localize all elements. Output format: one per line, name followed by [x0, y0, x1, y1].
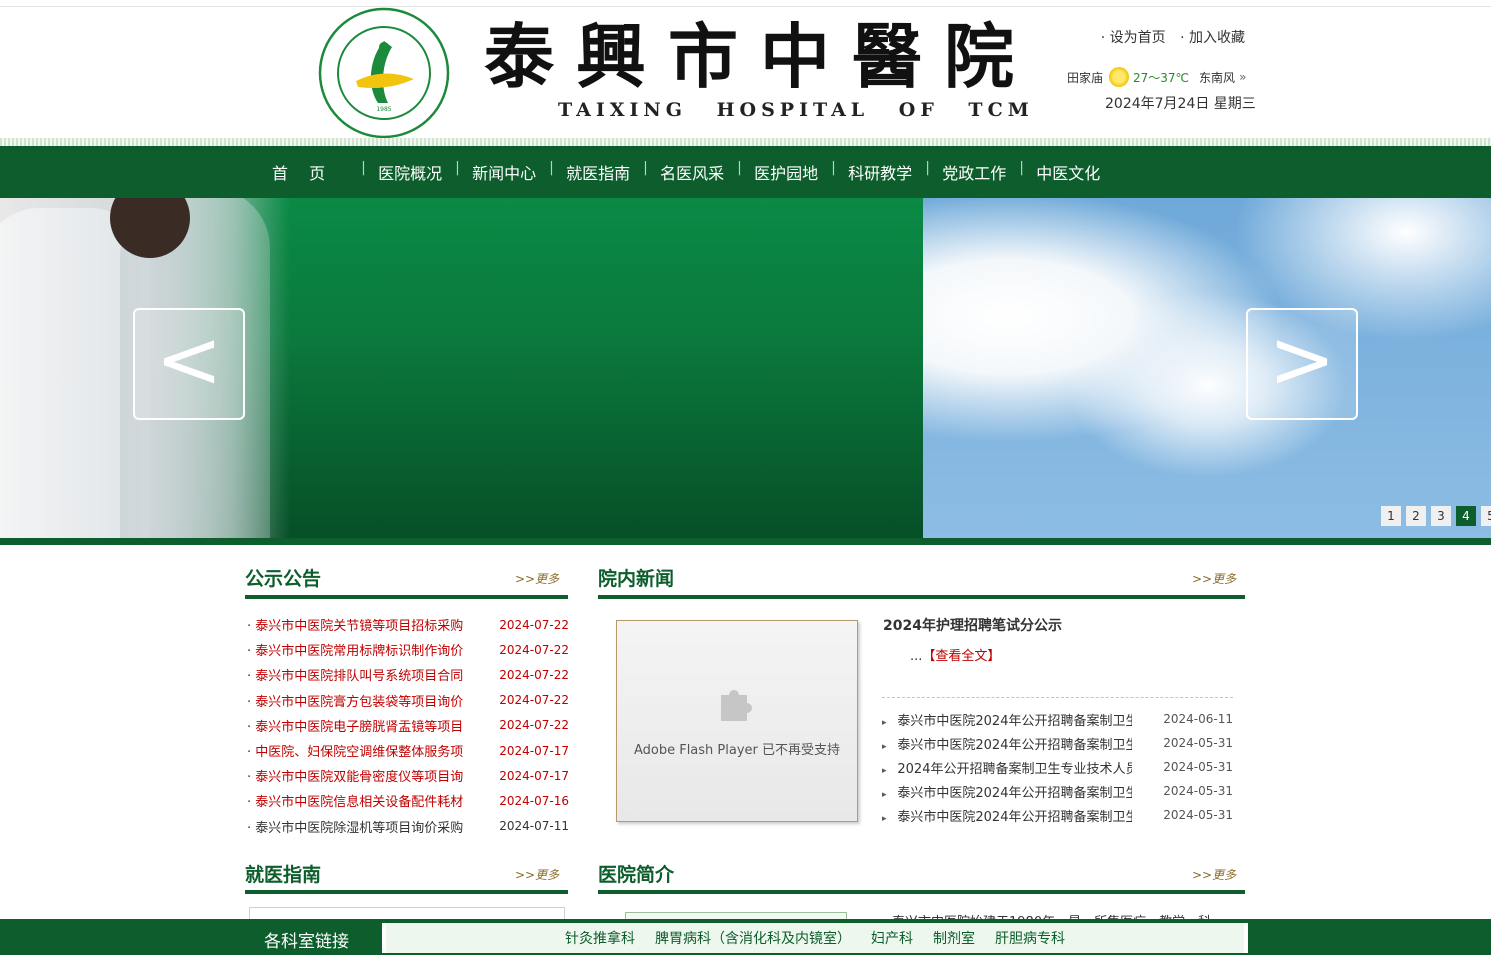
nav-item-guide[interactable]: 就医指南	[549, 160, 645, 184]
news-divider	[882, 697, 1233, 698]
chevron-right-icon: >	[1268, 313, 1336, 406]
weather-wind: 东南风	[1199, 70, 1236, 85]
list-item[interactable]: 泰兴市中医院双能骨密度仪等项目询2024-07-17	[247, 763, 569, 788]
list-item[interactable]: 泰兴市中医院2024年公开招聘备案制卫生专业技术人员2024-06-11	[882, 707, 1233, 731]
nav-item-about[interactable]: 医院概况	[361, 160, 457, 184]
carousel-page-3[interactable]: 3	[1431, 506, 1451, 526]
list-item[interactable]: 泰兴市中医院关节镜等项目招标采购2024-07-22	[247, 612, 569, 637]
department-link[interactable]: 针灸推拿科	[565, 928, 635, 948]
list-item[interactable]: 泰兴市中医院常用标牌标识制作询价2024-07-22	[247, 637, 569, 662]
hospital-logo[interactable]: 1985	[318, 7, 450, 139]
list-item[interactable]: 泰兴市中医院排队叫号系统项目合同2024-07-22	[247, 662, 569, 687]
plugin-puzzle-icon	[721, 690, 752, 721]
list-item[interactable]: 泰兴市中医院2024年公开招聘备案制卫生专业技术人员2024-05-31	[882, 779, 1233, 803]
nav-item-party[interactable]: 党政工作	[925, 160, 1021, 184]
department-links-bar: 各科室链接 针灸推拿科 脾胃病科（含消化科及内镜室） 妇产科 制剂室 肝胆病专科	[0, 919, 1491, 955]
department-link[interactable]: 肝胆病专科	[995, 928, 1065, 948]
weather-widget: 田家庙 27～37℃ 东南风 »	[1067, 67, 1246, 87]
guide-rule	[245, 890, 568, 894]
nav-item-news[interactable]: 新闻中心	[455, 160, 551, 184]
carousel-prev-button[interactable]: <	[133, 308, 245, 420]
brand-title-cn: 泰興市中醫院	[484, 15, 1036, 98]
guide-title: 就医指南	[245, 864, 322, 886]
nav-item-nursing[interactable]: 医护园地	[737, 160, 833, 184]
list-item[interactable]: 中医院、妇保院空调维保整体服务项2024-07-17	[247, 738, 569, 763]
intro-rule	[598, 890, 1245, 894]
chevron-left-icon: <	[155, 313, 223, 406]
top-links: · 设为首页 · 加入收藏	[1091, 27, 1245, 47]
list-item[interactable]: 泰兴市中医院2024年公开招聘备案制卫生专业技术人员2024-05-31	[882, 731, 1233, 755]
guide-more-link[interactable]: >>更多	[515, 866, 559, 883]
carousel-page-1[interactable]: 1	[1381, 506, 1401, 526]
department-link[interactable]: 制剂室	[933, 928, 975, 948]
banner-carousel: < > 1 2 3 4 5	[0, 198, 1491, 538]
list-item[interactable]: 2024年公开招聘备案制卫生专业技术人员公告2024-05-31	[882, 755, 1233, 779]
notice-more-link[interactable]: >>更多	[515, 570, 559, 587]
list-item[interactable]: 泰兴市中医院2024年公开招聘备案制卫生专业技术人员2024-05-31	[882, 803, 1233, 827]
brand-title-en: TAIXING HOSPITAL OF TCM	[558, 99, 1034, 121]
news-more-link[interactable]: >>更多	[1192, 570, 1236, 587]
department-link[interactable]: 妇产科	[871, 928, 913, 948]
nav-item-home[interactable]: 首 页	[260, 160, 363, 184]
banner-photo-sky	[923, 198, 1491, 538]
carousel-pager: 1 2 3 4 5	[1381, 506, 1491, 526]
notice-list: 泰兴市中医院关节镜等项目招标采购2024-07-22 泰兴市中医院常用标牌标识制…	[247, 612, 569, 839]
department-link[interactable]: 脾胃病科（含消化科及内镜室）	[655, 928, 851, 948]
sunny-icon	[1109, 67, 1130, 87]
flash-unsupported-text: Adobe Flash Player 已不再受支持	[633, 743, 841, 758]
notice-rule	[245, 595, 568, 599]
flash-placeholder[interactable]: Adobe Flash Player 已不再受支持	[616, 620, 858, 822]
intro-more-link[interactable]: >>更多	[1192, 866, 1236, 883]
nav-item-culture[interactable]: 中医文化	[1019, 160, 1115, 184]
list-item[interactable]: 泰兴市中医院除湿机等项目询价采购2024-07-11	[247, 814, 569, 839]
carousel-page-4[interactable]: 4	[1456, 506, 1476, 526]
news-rule	[598, 595, 1245, 599]
double-chevron-right-icon[interactable]: »	[1239, 70, 1246, 84]
header-pattern	[0, 138, 1491, 146]
set-homepage-link[interactable]: · 设为首页	[1101, 30, 1166, 46]
weather-temp: 27～37℃	[1133, 70, 1190, 85]
main-nav: 首 页 医院概况 新闻中心 就医指南 名医风采 医护园地 科研教学 党政工作 中…	[0, 146, 1491, 198]
list-item[interactable]: 泰兴市中医院信息相关设备配件耗材2024-07-16	[247, 788, 569, 813]
current-date: 2024年7月24日 星期三	[1105, 96, 1256, 112]
read-full-link[interactable]: 【查看全文】	[922, 649, 1000, 664]
weather-location: 田家庙	[1067, 70, 1104, 85]
intro-title: 医院简介	[598, 864, 675, 886]
carousel-page-2[interactable]: 2	[1406, 506, 1426, 526]
carousel-next-button[interactable]: >	[1246, 308, 1358, 420]
add-favorite-link[interactable]: · 加入收藏	[1180, 30, 1245, 46]
banner-bottom-bar	[0, 538, 1491, 545]
notice-title: 公示公告	[245, 568, 322, 590]
list-item[interactable]: 泰兴市中医院电子膀胱肾盂镜等项目2024-07-22	[247, 713, 569, 738]
department-links-label: 各科室链接	[264, 932, 349, 952]
carousel-page-5[interactable]: 5	[1481, 506, 1491, 526]
svg-text:1985: 1985	[376, 106, 391, 113]
news-title: 院内新闻	[598, 568, 675, 590]
news-summary: ...【查看全文】	[910, 649, 1001, 664]
news-list: 泰兴市中医院2024年公开招聘备案制卫生专业技术人员2024-06-11 泰兴市…	[882, 707, 1233, 827]
nav-item-research[interactable]: 科研教学	[831, 160, 927, 184]
news-headline[interactable]: 2024年护理招聘笔试分公示	[883, 615, 1062, 635]
department-links-marquee: 针灸推拿科 脾胃病科（含消化科及内镜室） 妇产科 制剂室 肝胆病专科	[382, 923, 1248, 953]
site-header: 1985 泰興市中醫院 TAIXING HOSPITAL OF TCM · 设为…	[0, 7, 1491, 139]
list-item[interactable]: 泰兴市中医院膏方包装袋等项目询价2024-07-22	[247, 688, 569, 713]
nav-item-doctors[interactable]: 名医风采	[643, 160, 739, 184]
